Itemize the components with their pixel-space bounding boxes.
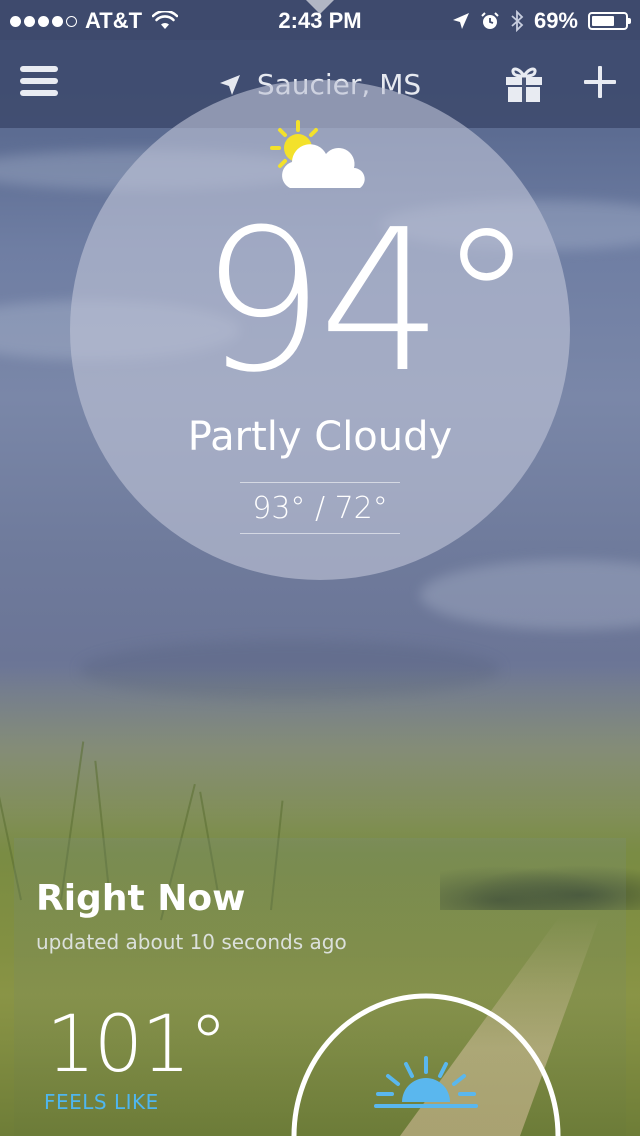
status-right: 69% [452, 8, 631, 34]
feels-like-temperature: 101° [46, 1000, 228, 1090]
gift-icon[interactable] [504, 64, 544, 104]
weather-screen: AT&T 2:43 PM 69% 94° Partly Cloudy 93° /… [0, 0, 640, 1136]
location-services-icon [452, 13, 469, 29]
bluetooth-icon [511, 10, 524, 32]
pull-down-indicator[interactable] [306, 0, 334, 14]
condition-text: Partly Cloudy [187, 414, 453, 460]
feels-like-label: FEELS LIKE [44, 1090, 159, 1114]
cloud-streak [420, 560, 640, 630]
last-updated-text: updated about 10 seconds ago [36, 930, 347, 954]
location-arrow-icon [219, 74, 240, 95]
battery-icon [588, 12, 631, 30]
alarm-icon [481, 12, 499, 29]
current-temperature: 94° [200, 188, 535, 416]
right-now-title: Right Now [36, 878, 246, 919]
battery-percentage: 69% [533, 8, 578, 33]
high-low-temperature: 93° / 72° [252, 491, 388, 526]
partly-cloudy-icon [270, 120, 365, 188]
battery-fill [592, 16, 614, 26]
high-low-container: 93° / 72° [240, 482, 400, 534]
sunrise-icon [374, 1056, 478, 1108]
plus-icon[interactable] [582, 64, 618, 100]
